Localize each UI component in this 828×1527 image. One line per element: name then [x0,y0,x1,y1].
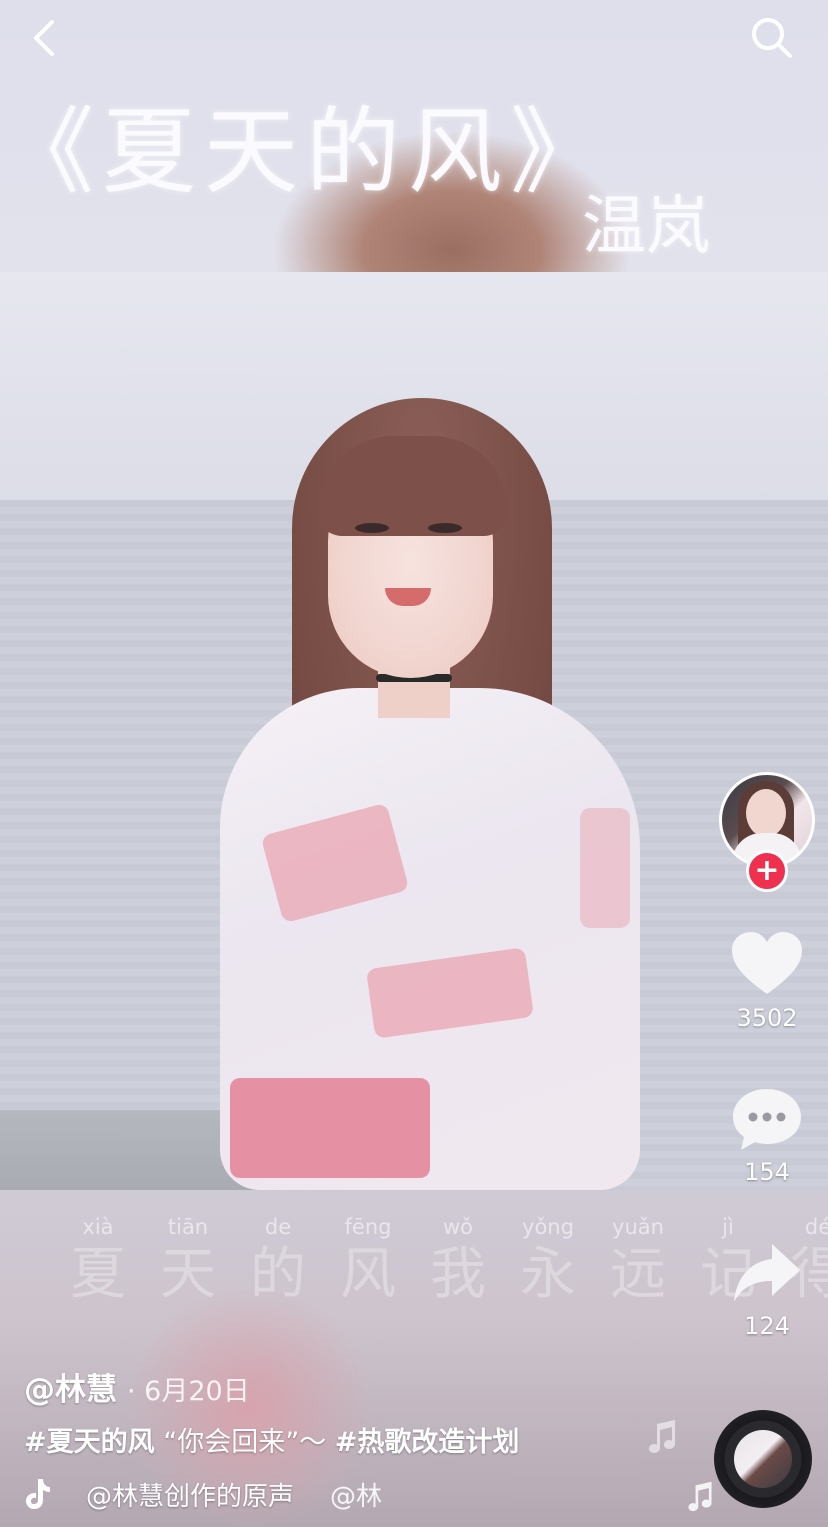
caption-text: “你会回来”～ [154,1427,335,1458]
hashtag-link[interactable]: #热歌改造计划 [335,1427,520,1458]
pinyin: dé [804,1215,828,1239]
video-person [200,398,660,1190]
pinyin: yuǎn [612,1215,664,1239]
search-button[interactable] [742,8,802,68]
comment-button[interactable]: 154 [720,1086,814,1186]
hanzi: 风 [340,1242,396,1307]
music-note-icon [688,1481,712,1512]
pinyin: wǒ [442,1215,474,1239]
lyric-char: fēng 风 [326,1210,410,1310]
pinyin: jì [722,1215,734,1239]
author-line: @林慧 · 6月20日 [24,1364,250,1409]
lyric-char: yuǎn 远 [596,1210,680,1310]
hanzi: 远 [610,1242,666,1307]
pinyin: yǒng [522,1215,574,1239]
lyric-line: xià 夏 tiān 天 de 的 fēng 风 wǒ 我 yǒng 永 yuǎn 远 jì 记… [56,1210,828,1310]
chevron-left-icon [34,20,54,56]
back-button[interactable] [16,8,76,68]
hashtag-link[interactable]: #夏天的风 [24,1427,155,1458]
hanzi: 的 [250,1242,306,1307]
lyric-char: tiān 天 [146,1210,230,1310]
lyric-char: de 的 [236,1210,320,1310]
singer-overlay: 温岚 [582,190,710,264]
music-disc-button[interactable] [714,1410,812,1508]
tiktok-note-icon [26,1479,50,1509]
music-title: @林慧创作的原声 [86,1481,295,1512]
pinyin: tiān [167,1215,209,1239]
like-button[interactable]: 3502 [720,930,814,1032]
shirt-print [580,808,630,928]
share-count: 124 [744,1312,790,1340]
like-count: 3502 [736,1004,798,1032]
share-button[interactable]: 124 [720,1240,814,1340]
hanzi: 天 [160,1242,216,1307]
pinyin: xià [82,1215,114,1239]
heart-icon [732,932,802,994]
avatar-face [746,789,786,837]
song-title-overlay: 《夏天的风》 [0,98,613,207]
video-caption: #夏天的风 “你会回来”～ #热歌改造计划 [24,1420,519,1459]
pinyin: de [264,1215,292,1239]
hanzi: 永 [520,1242,576,1307]
lyric-char: yǒng 永 [506,1210,590,1310]
comment-count: 154 [744,1158,790,1186]
disc-cover [734,1430,792,1488]
shirt-print [230,1078,430,1178]
search-icon [752,18,792,58]
person-eye [428,523,462,533]
comment-bubble-icon [733,1089,801,1150]
lyric-char: xià 夏 [56,1210,140,1310]
person-eye [355,523,389,533]
pinyin: fēng [344,1215,392,1239]
author-name[interactable]: @林慧 [24,1364,117,1409]
music-title-marquee: @林 [330,1481,383,1512]
share-arrow-icon [734,1244,800,1302]
follow-button[interactable]: + [746,850,788,892]
hanzi: 我 [430,1242,486,1307]
post-date: · 6月20日 [127,1376,250,1407]
music-line[interactable]: @林慧创作的原声 @林 [24,1474,444,1514]
music-note-icon [649,1420,675,1453]
hanzi: 夏 [70,1242,126,1307]
lyric-char: wǒ 我 [416,1210,500,1310]
